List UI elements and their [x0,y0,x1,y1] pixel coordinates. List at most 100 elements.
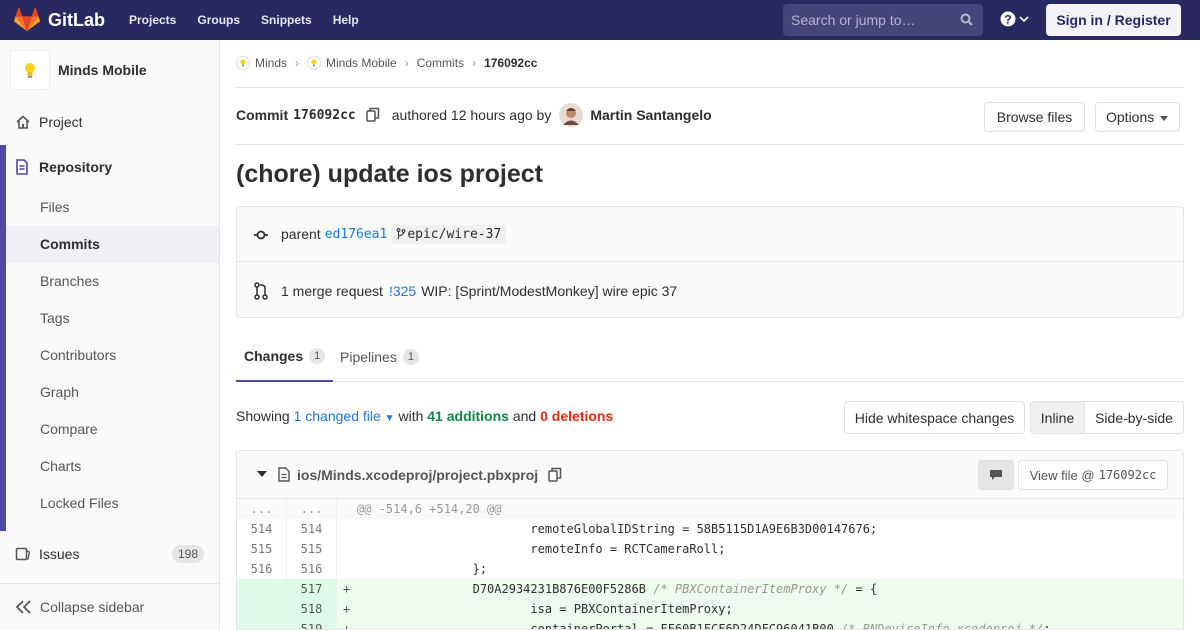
gitlab-brand[interactable]: GitLab [14,7,105,33]
double-chevron-left-icon [15,600,31,614]
new-line-number[interactable]: 517 [287,579,337,599]
sidebar-item-label: Project [39,114,83,130]
line-code: remoteGlobalIDString = 58B5115D1A9E6B3D0… [357,522,878,536]
sidebar-item-project[interactable]: Project [0,112,219,132]
author-name[interactable]: Martin Santangelo [590,107,711,123]
caret-down-icon[interactable] [257,471,267,478]
tab-changes[interactable]: Changes 1 [236,332,334,382]
breadcrumb: Minds › Minds Mobile › Commits › 176092c… [236,56,537,70]
parent-sha-link[interactable]: ed176ea1 [325,227,388,242]
browse-files-button[interactable]: Browse files [984,102,1085,132]
divider [236,144,1184,145]
nav-projects[interactable]: Projects [129,13,176,27]
changed-files-dropdown[interactable]: 1 changed file ▼ [294,408,395,424]
new-line-number[interactable]: ... [287,499,337,519]
showing-text: Showing [236,408,290,424]
chevron-down-icon [1019,16,1029,23]
old-line-number[interactable]: 515 [237,539,287,559]
breadcrumb-commits[interactable]: Commits [417,56,464,70]
view-file-label: View file @ [1029,467,1095,483]
sidebar-subitem-branches[interactable]: Branches [6,263,219,300]
nav-snippets[interactable]: Snippets [261,13,312,27]
and-text: and [512,408,537,424]
sign-in-button[interactable]: Sign in / Register [1046,4,1181,36]
sidebar-item-label: Issues [39,546,80,562]
plus-marker: + [343,602,351,616]
project-header[interactable]: Minds Mobile [0,40,219,100]
old-line-number[interactable] [237,599,287,619]
sidebar-item-issues[interactable]: Issues 198 [0,543,219,565]
old-line-number[interactable]: 516 [237,559,287,579]
sidebar-subitem-compare[interactable]: Compare [6,411,219,448]
gitlab-logo-icon [14,8,40,31]
diff-line: 515 515 remoteInfo = RCTCameraRoll; [237,539,1183,559]
changed-files-label: 1 changed file [293,408,381,424]
document-icon [16,159,28,175]
sidebar-subitem-files[interactable]: Files [6,189,219,226]
diff-line-added: 519 + containerPortal = FF60B1FCF6D24DFC… [237,619,1183,629]
search-input[interactable]: Search or jump to… [783,4,983,36]
project-name: Minds Mobile [58,62,147,78]
old-line-number[interactable]: ... [237,499,287,519]
sidebar-subitem-graph[interactable]: Graph [6,374,219,411]
branch-badge[interactable]: epic/wire-37 [391,224,507,244]
old-line-number[interactable] [237,619,287,629]
brand-name: GitLab [48,9,105,30]
side-by-side-button[interactable]: Side-by-side [1084,401,1184,434]
nav-links: Projects Groups Snippets Help [129,0,380,40]
file-path[interactable]: ios/Minds.xcodeproj/project.pbxproj [297,467,538,483]
breadcrumb-minds-mobile[interactable]: Minds Mobile [307,56,397,70]
branch-name: epic/wire-37 [407,226,502,242]
breadcrumb-current-commit[interactable]: 176092cc [484,56,537,70]
old-line-number[interactable]: 514 [237,519,287,539]
hide-whitespace-button[interactable]: Hide whitespace changes [844,401,1025,434]
new-line-number[interactable]: 515 [287,539,337,559]
issues-icon [15,547,31,561]
sidebar-subitem-commits[interactable]: Commits [6,226,219,263]
plus-marker: + [343,582,351,596]
comment-toggle-button[interactable] [978,460,1014,490]
diff-file-header: ios/Minds.xcodeproj/project.pbxproj View… [237,451,1183,499]
project-avatar-icon [307,56,322,70]
sidebar-subitem-charts[interactable]: Charts [6,448,219,485]
file-icon [278,467,290,482]
sidebar-item-repository[interactable]: Repository [0,157,219,177]
help-dropdown[interactable]: ? [1000,11,1029,27]
project-avatar [10,50,50,90]
line-code: }; [357,562,488,576]
line-code: + containerPortal = FF60B1FCF6D24DFC9604… [337,619,1183,629]
view-file-button[interactable]: View file @ 176092cc [1018,460,1168,490]
search-icon [960,13,973,26]
author-avatar[interactable] [559,103,584,127]
commit-info-box: parent ed176ea1 epic/wire-37 1 merge req… [236,206,1184,318]
view-file-sha: 176092cc [1098,468,1157,482]
new-line-number[interactable]: 518 [287,599,337,619]
tab-pipelines[interactable]: Pipelines 1 [340,332,419,381]
new-line-number[interactable]: 516 [287,559,337,579]
sidebar-subitem-contributors[interactable]: Contributors [6,337,219,374]
sidebar-subitem-locked-files[interactable]: Locked Files [6,485,219,522]
new-line-number[interactable]: 514 [287,519,337,539]
parent-row: parent ed176ea1 epic/wire-37 [237,207,1183,262]
sidebar-subitem-tags[interactable]: Tags [6,300,219,337]
nav-groups[interactable]: Groups [197,13,240,27]
additions-count: 41 additions [427,408,509,424]
collapse-sidebar-button[interactable]: Collapse sidebar [0,583,219,630]
nav-help[interactable]: Help [333,13,359,27]
breadcrumb-minds[interactable]: Minds [236,56,287,70]
caret-down-icon: ▼ [384,413,395,424]
lightbulb-icon [25,63,35,78]
diff-line: 516 516 }; [237,559,1183,579]
chevron-right-icon: › [295,56,300,70]
copy-icon[interactable] [366,107,380,123]
inline-view-button[interactable]: Inline [1030,401,1085,434]
old-line-number[interactable] [237,579,287,599]
merge-request-link[interactable]: !325 [389,283,416,299]
copy-icon[interactable] [548,467,562,483]
tab-label: Pipelines [340,348,397,365]
options-dropdown-button[interactable]: Options [1095,102,1180,132]
caret-down-icon [1160,116,1168,121]
parent-label: parent [281,226,321,242]
new-line-number[interactable]: 519 [287,619,337,629]
tab-label: Changes [244,348,304,364]
